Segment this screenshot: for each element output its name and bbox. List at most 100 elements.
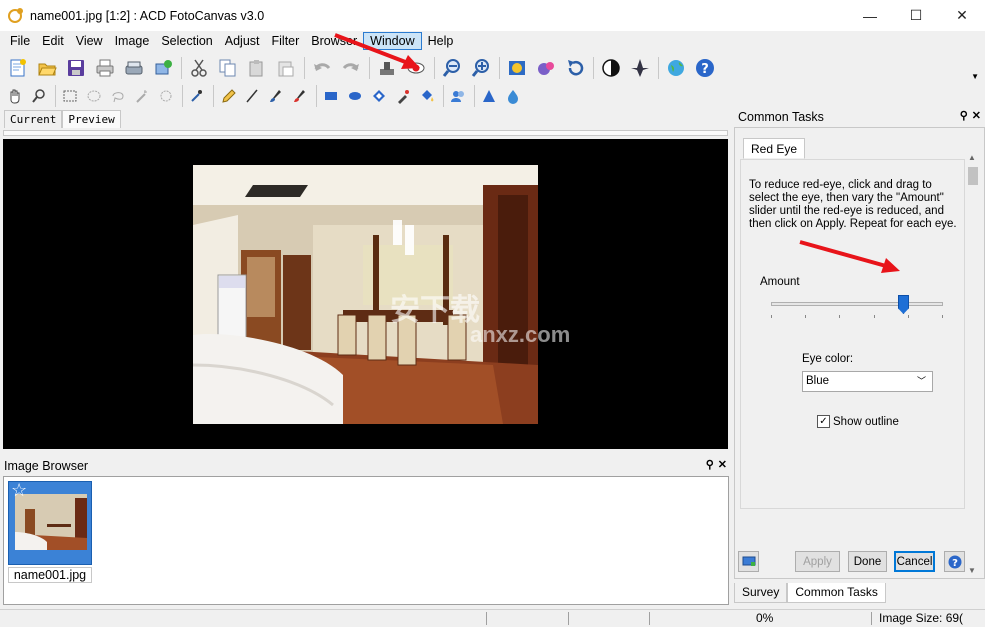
web-icon[interactable] (662, 54, 690, 82)
rect-select-icon[interactable] (59, 85, 81, 107)
paste-new-icon[interactable] (272, 54, 300, 82)
contrast-icon[interactable] (597, 54, 625, 82)
tab-common-tasks[interactable]: Common Tasks (787, 583, 886, 603)
clone-icon[interactable] (392, 85, 414, 107)
scroll-up-icon[interactable]: ▲ (968, 153, 976, 162)
sharpen-tool-icon[interactable] (478, 85, 500, 107)
print-icon[interactable] (91, 54, 119, 82)
magic-wand-icon[interactable] (131, 85, 153, 107)
line-icon[interactable] (241, 85, 263, 107)
done-button[interactable]: Done (848, 551, 887, 572)
menu-browser[interactable]: Browser (305, 32, 363, 50)
minimize-button[interactable]: — (847, 0, 893, 31)
rotate-icon[interactable] (561, 54, 589, 82)
maximize-button[interactable]: ☐ (893, 0, 939, 31)
thumbnail-filename: name001.jpg (8, 567, 92, 583)
acquire-icon[interactable] (149, 54, 177, 82)
redo-icon[interactable] (337, 54, 365, 82)
amount-label: Amount (760, 276, 800, 288)
hand-icon[interactable] (4, 85, 26, 107)
brush-icon[interactable] (265, 85, 287, 107)
tab-current[interactable]: Current (4, 110, 63, 128)
menu-image[interactable]: Image (109, 32, 156, 50)
toolbar-overflow-icon[interactable]: ▼ (971, 72, 979, 81)
status-divider (649, 612, 650, 625)
eye-color-select[interactable]: Blue ﹀ (802, 371, 933, 392)
common-tasks-panel: Common Tasks ⚲ ✕ Red Eye To reduce red-e… (734, 108, 985, 605)
pin-icon[interactable]: ⚲ (706, 458, 714, 471)
zoom-out-icon[interactable] (438, 54, 466, 82)
menu-filter[interactable]: Filter (266, 32, 306, 50)
lasso-icon[interactable] (107, 85, 129, 107)
window-controls: — ☐ ✕ (847, 0, 985, 31)
undo-icon[interactable] (308, 54, 336, 82)
brush-select-icon[interactable] (155, 85, 177, 107)
scanner-icon[interactable] (120, 54, 148, 82)
scrollbar-thumb[interactable] (968, 167, 978, 185)
chevron-down-icon: ﹀ (916, 376, 926, 386)
menu-bar: File Edit View Image Selection Adjust Fi… (0, 31, 985, 51)
view-tabs: Current Preview (4, 110, 121, 128)
help-icon[interactable]: ? (691, 54, 719, 82)
show-outline-checkbox[interactable]: ✓ (817, 415, 830, 428)
menu-edit[interactable]: Edit (36, 32, 70, 50)
thumbnail-frame[interactable]: ☆ (8, 480, 92, 565)
menu-view[interactable]: View (70, 32, 109, 50)
apply-button[interactable]: Apply (795, 551, 840, 572)
slider-tick (805, 315, 806, 318)
pin-icon[interactable]: ⚲ (960, 109, 968, 122)
task-help-button[interactable]: ? (944, 551, 965, 572)
red-eye-icon[interactable] (402, 54, 430, 82)
close-panel-icon[interactable]: ✕ (718, 458, 727, 471)
open-folder-icon[interactable] (33, 54, 61, 82)
sharpen-icon[interactable] (626, 54, 654, 82)
ellipse-select-icon[interactable] (83, 85, 105, 107)
close-panel-icon[interactable]: ✕ (972, 109, 981, 122)
people-icon[interactable] (447, 85, 469, 107)
image-canvas[interactable] (3, 139, 728, 449)
image-browser-title: Image Browser (4, 459, 89, 473)
enhance-icon[interactable] (503, 54, 531, 82)
monitor-icon[interactable] (738, 551, 759, 572)
amount-slider-track[interactable] (771, 302, 943, 306)
effects-icon[interactable] (532, 54, 560, 82)
show-outline-label: Show outline (833, 415, 899, 428)
stamp-icon[interactable] (373, 54, 401, 82)
cancel-button[interactable]: Cancel (894, 551, 935, 572)
close-button[interactable]: ✕ (939, 0, 985, 31)
thumbnail-item[interactable]: ☆ name001.jpg (8, 480, 92, 583)
cut-icon[interactable] (185, 54, 213, 82)
ellipse-shape-icon[interactable] (344, 85, 366, 107)
title-bar: name001.jpg [1:2] : ACD FotoCanvas v3.0 … (0, 0, 985, 31)
status-divider (486, 612, 487, 625)
tab-red-eye[interactable]: Red Eye (743, 138, 806, 159)
slider-tick (771, 315, 772, 318)
favorite-star-icon: ☆ (11, 480, 28, 500)
blur-tool-icon[interactable] (502, 85, 524, 107)
save-icon[interactable] (62, 54, 90, 82)
show-outline-option[interactable]: ✓ Show outline (817, 415, 899, 428)
menu-help[interactable]: Help (422, 32, 460, 50)
menu-selection[interactable]: Selection (155, 32, 218, 50)
tab-survey[interactable]: Survey (734, 583, 788, 603)
rectangle-shape-icon[interactable] (320, 85, 342, 107)
polygon-shape-icon[interactable] (368, 85, 390, 107)
new-icon[interactable] (4, 54, 32, 82)
menu-file[interactable]: File (4, 32, 36, 50)
paste-icon[interactable] (243, 54, 271, 82)
tab-preview[interactable]: Preview (62, 110, 121, 128)
eyedropper-icon[interactable] (186, 85, 208, 107)
airbrush-icon[interactable] (289, 85, 311, 107)
task-scrollbar[interactable]: ▲ ▼ (966, 152, 980, 576)
menu-window[interactable]: Window (363, 32, 422, 50)
fill-icon[interactable] (416, 85, 438, 107)
copy-icon[interactable] (214, 54, 242, 82)
toolbar-separator (181, 57, 182, 79)
tools-toolbar (0, 84, 985, 108)
menu-adjust[interactable]: Adjust (219, 32, 266, 50)
zoom-in-icon[interactable] (467, 54, 495, 82)
magnifier-icon[interactable] (28, 85, 50, 107)
pencil-icon[interactable] (217, 85, 239, 107)
room-photo[interactable] (193, 165, 538, 424)
app-logo-icon (8, 7, 23, 23)
